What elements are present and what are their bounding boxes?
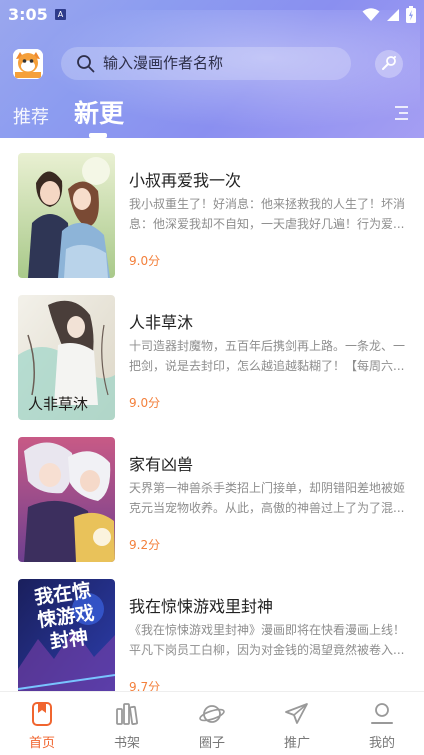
nav-profile-label: 我的 [368,736,395,751]
status-time: 3:05 [8,5,48,24]
magic-wand-icon [382,56,396,70]
comic-list-item[interactable]: 人非草沐 人非草沐 十司造器封魔物，五百年后携剑再上路。一条龙、一把剑，说是去封… [0,280,424,422]
comic-list-item[interactable]: 小叔再爱我一次 我小叔重生了！好消息：他来拯救我的人生了！坏消息：他深爱我却不自… [0,138,424,280]
comic-list-item[interactable]: 家有凶兽 天界第一神兽杀手类招上门接单，却阴错阳差地被姬克元当宠物收养。从此，高… [0,422,424,564]
comic-title[interactable]: 小叔再爱我一次 [129,167,241,191]
search-icon [77,55,95,73]
profile-icon [371,703,393,724]
nav-bookshelf-label: 书架 [113,736,140,751]
app-header: 3:05 A 输入漫画作者名称 推荐 新更 [0,0,424,138]
cover-title-art: 人非草沐 [28,395,89,413]
status-icons [362,6,416,23]
paper-plane-icon [285,703,308,724]
comic-title[interactable]: 家有凶兽 [129,451,193,475]
status-bar: 3:05 A [0,0,424,30]
bookshelf-icon [116,703,138,725]
nav-circle-label: 圈子 [198,736,225,751]
planet-icon [199,705,225,723]
comic-list[interactable]: 小叔再爱我一次 我小叔重生了！好消息：他来拯救我的人生了！坏消息：他深爱我却不自… [0,138,424,691]
comic-score: 9.0分 [129,396,161,410]
comic-description: 天界第一神兽杀手类招上门接单，却阴错阳差地被姬克元当宠物收养。从此，高傲的神兽过… [129,481,405,515]
tab-new-updates[interactable]: 新更 [74,94,124,130]
nav-profile[interactable]: 我的 [340,692,424,755]
nav-circle[interactable]: 圈子 [170,692,254,755]
battery-icon [406,6,416,23]
cover-title-art: 我在惊悚游戏封神 [32,579,96,654]
comic-cover[interactable]: 我在惊悚游戏封神 [18,579,115,691]
search-bar[interactable] [61,47,351,80]
nav-home[interactable]: 首页 [0,692,84,755]
comic-description: 《我在惊悚游戏里封神》漫画即将在快看漫画上线！平凡下岗员工白柳，因为对金钱的渴望… [129,623,405,657]
comic-description: 我小叔重生了！好消息：他来拯救我的人生了！坏消息：他深爱我却不自知，一天虐我好几… [129,197,405,231]
search-input[interactable] [103,47,343,80]
comic-title[interactable]: 我在惊悚游戏里封神 [129,593,273,617]
nav-bookshelf[interactable]: 书架 [85,692,169,755]
comic-score: 9.7分 [129,680,161,691]
comic-list-item[interactable]: 我在惊悚游戏封神 我在惊悚游戏里封神 《我在惊悚游戏里封神》漫画即将在快看漫画上… [0,564,424,691]
signal-icon [387,8,399,21]
comic-cover[interactable] [18,153,115,278]
comic-score: 9.0分 [129,254,161,268]
comic-cover[interactable]: 人非草沐 [18,295,115,420]
comic-title[interactable]: 人非草沐 [129,309,193,333]
comic-description: 十司造器封魔物，五百年后携剑再上路。一条龙、一把剑，说是去封印，怎么越追越黏糊了… [129,339,405,373]
comic-cover[interactable] [18,437,115,562]
notification-badge: A [55,9,66,20]
wifi-icon [362,7,380,21]
comic-score: 9.2分 [129,538,161,552]
menu-icon[interactable] [392,104,410,122]
app-logo[interactable] [13,49,43,79]
bottom-navigation: 首页 书架 圈子 推广 我的 [0,691,424,755]
nav-home-label: 首页 [28,736,55,751]
magic-wand-button[interactable] [375,50,403,78]
nav-promote[interactable]: 推广 [255,692,339,755]
home-bookmark-icon [32,702,52,726]
tab-recommend[interactable]: 推荐 [13,103,49,129]
nav-promote-label: 推广 [283,736,310,751]
